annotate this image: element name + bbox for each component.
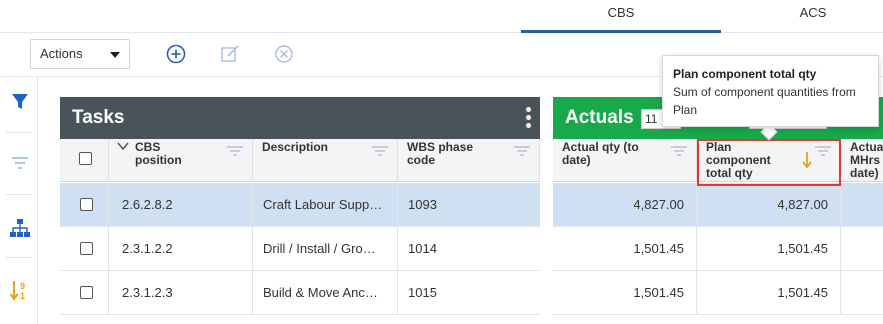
cbs-position-cell: 2.3.1.2.3: [109, 271, 253, 315]
column-header-actual-qty[interactable]: Actual qty (to date): [553, 139, 697, 182]
filter-icon[interactable]: [9, 91, 31, 113]
plan-qty-cell: 1,501.45: [697, 271, 841, 315]
wbs-phase-code-cell: 1093: [408, 197, 437, 212]
column-header-actual-mhrs[interactable]: Actual MHrs date): [841, 139, 883, 182]
svg-text:1: 1: [20, 291, 25, 301]
column-filter-icon[interactable]: [226, 145, 244, 157]
column-filter-icon[interactable]: [670, 145, 688, 157]
caret-down-icon: [110, 52, 120, 58]
tasks-title: Tasks: [72, 107, 125, 128]
column-filter-icon[interactable]: [371, 145, 389, 157]
tab-cbs[interactable]: CBS: [521, 0, 721, 33]
cancel-circle-icon[interactable]: [273, 43, 295, 65]
wbs-phase-code-cell: 1015: [408, 285, 437, 300]
row-checkbox[interactable]: [80, 286, 93, 299]
actuals-title: Actuals: [565, 107, 634, 128]
plan-qty-cell: 4,827.00: [697, 183, 841, 227]
plan-qty-cell: 1,501.45: [697, 227, 841, 271]
kebab-menu-icon[interactable]: [526, 107, 532, 129]
actions-dropdown[interactable]: Actions: [30, 39, 130, 69]
cbs-position-cell: 2.3.1.2.2: [109, 227, 253, 271]
cbs-position-cell: 2.6.2.8.2: [109, 183, 253, 227]
sort-numeric-icon[interactable]: 9 1: [9, 279, 31, 301]
description-cell: Drill / Install / Gro…: [253, 227, 398, 271]
tasks-panel-header: Tasks: [60, 97, 540, 139]
row-checkbox[interactable]: [80, 242, 93, 255]
select-all-header: [60, 139, 109, 182]
actions-label: Actions: [40, 46, 83, 61]
tasks-panel: Tasks CBS position Description WBS phase…: [60, 97, 540, 324]
table-row[interactable]: 2.3.1.2.2 Drill / Install / Gro… 1014: [60, 227, 540, 271]
wbs-phase-code-cell: 1014: [408, 241, 437, 256]
hierarchy-icon[interactable]: [9, 217, 31, 239]
top-tab-bar: CBS ACS: [0, 0, 883, 33]
tab-acs[interactable]: ACS: [738, 0, 883, 33]
description-cell: Craft Labour Supp…: [253, 183, 398, 227]
column-header-cbs-position[interactable]: CBS position: [109, 139, 253, 182]
column-filter-icon[interactable]: [513, 145, 531, 157]
column-highlight-box: [697, 139, 841, 186]
description-cell: Build & Move Anc…: [253, 271, 398, 315]
table-row[interactable]: 1,501.45 1,501.45: [553, 271, 883, 315]
add-circle-icon[interactable]: [165, 43, 187, 65]
chevron-down-icon[interactable]: [117, 142, 129, 151]
filter-lines-icon[interactable]: [9, 152, 31, 174]
actual-qty-cell: 4,827.00: [553, 183, 697, 227]
rail-divider: [6, 257, 32, 258]
actual-qty-cell: 1,501.45: [553, 227, 697, 271]
edit-icon[interactable]: [219, 43, 241, 65]
rail-divider: [6, 194, 32, 195]
table-row[interactable]: 2.6.2.8.2 Craft Labour Supp… 1093: [60, 183, 540, 227]
column-header-description[interactable]: Description: [253, 139, 398, 182]
tooltip-body: Sum of component quantities from Plan: [673, 85, 856, 117]
select-all-checkbox[interactable]: [79, 152, 92, 165]
rail-divider: [6, 132, 32, 133]
tooltip-title: Plan component total qty: [673, 67, 817, 81]
column-tooltip: Plan component total qty Sum of componen…: [662, 55, 879, 127]
left-rail: 9 1: [0, 77, 38, 324]
actual-qty-cell: 1,501.45: [553, 271, 697, 315]
table-row[interactable]: 2.3.1.2.3 Build & Move Anc… 1015: [60, 271, 540, 315]
column-header-wbs-phase-code[interactable]: WBS phase code: [398, 139, 540, 182]
row-checkbox[interactable]: [80, 198, 93, 211]
actuals-panel: Actuals 11 Actual qty (to date) Plan com…: [553, 97, 883, 324]
table-row[interactable]: 1,501.45 1,501.45: [553, 227, 883, 271]
table-row[interactable]: 4,827.00 4,827.00: [553, 183, 883, 227]
svg-text:9: 9: [20, 281, 25, 291]
